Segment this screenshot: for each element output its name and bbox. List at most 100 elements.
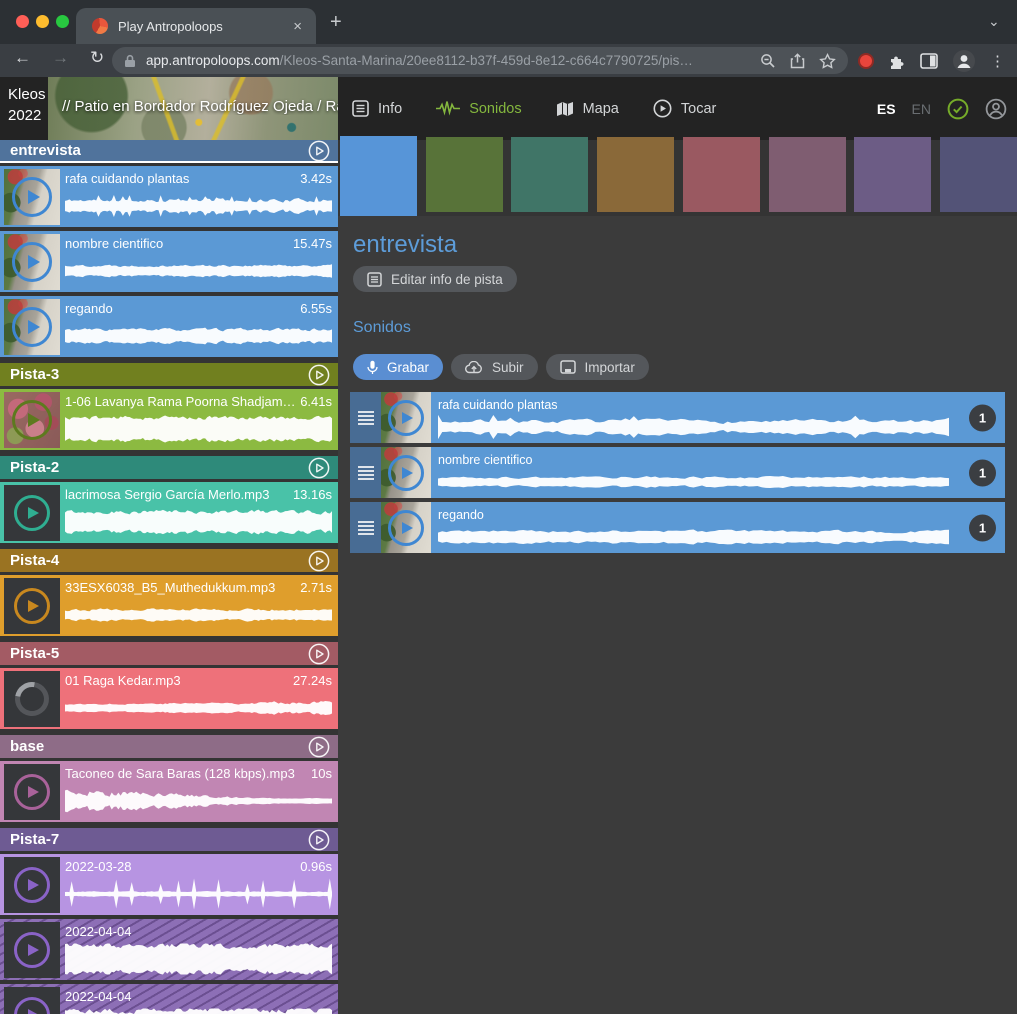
browser-menu-kebab-icon[interactable]: ⋮ [990,52,1005,70]
sidebar-clip[interactable]: 2022-04-04 [0,984,338,1014]
sound-row[interactable]: rafa cuidando plantas1 [350,392,1005,443]
sidebar-clip[interactable]: regando6.55s [0,296,338,357]
clip-thumbnail[interactable] [4,987,60,1014]
side-panel-icon[interactable] [920,53,938,69]
sound-row[interactable]: nombre cientifico1 [350,447,1005,498]
track-section-header-Pista-3[interactable]: Pista-3 [0,363,338,386]
forward-button[interactable]: → [52,48,69,68]
play-section-button[interactable] [308,736,330,758]
track-tile-4[interactable] [683,137,760,212]
play-section-button[interactable] [308,140,330,162]
lock-icon[interactable] [124,54,136,68]
new-tab-button[interactable]: + [330,11,342,34]
record-extension-icon[interactable] [858,53,874,69]
drag-handle[interactable] [350,502,381,553]
clip-thumbnail[interactable] [4,169,60,225]
drag-handle[interactable] [350,447,381,498]
play-section-button[interactable] [308,829,330,851]
sidebar-clip[interactable]: Taconeo de Sara Baras (128 kbps).mp310s [0,761,338,822]
drag-handle[interactable] [350,392,381,443]
clip-thumbnail[interactable] [4,485,60,541]
play-clip-button[interactable] [388,455,424,491]
nav-item-info[interactable]: Info [352,100,402,117]
sidebar-clip[interactable]: 01 Raga Kedar.mp327.24s [0,668,338,729]
track-section-header-entrevista[interactable]: entrevista [0,140,338,163]
sidebar-clip[interactable]: rafa cuidando plantas3.42s [0,166,338,227]
tab-search-chevron-icon[interactable]: ⌄ [988,13,1000,30]
browser-tab[interactable]: Play Antropoloops × [76,8,316,44]
lang-es-button[interactable]: ES [877,101,896,117]
track-section-header-Pista-7[interactable]: Pista-7 [0,828,338,851]
clip-thumbnail[interactable] [4,392,60,448]
clip-thumbnail[interactable] [4,578,60,634]
nav-item-sonidos[interactable]: Sonidos [436,101,521,117]
sidebar-clip[interactable]: nombre cientifico15.47s [0,231,338,292]
track-tile-5[interactable] [769,137,846,212]
macos-zoom-button[interactable] [56,15,69,28]
extensions-puzzle-icon[interactable] [888,52,906,70]
track-tile-2[interactable] [511,137,588,212]
profile-avatar-icon[interactable] [952,49,976,73]
play-clip-button[interactable] [12,242,52,282]
play-clip-button[interactable] [12,177,52,217]
track-tile-7[interactable] [940,137,1017,212]
play-clip-button[interactable] [14,495,50,531]
track-section-header-Pista-2[interactable]: Pista-2 [0,456,338,479]
track-tile-3[interactable] [597,137,674,212]
clip-thumbnail[interactable] [4,671,60,727]
track-tile-6[interactable] [854,137,931,212]
play-section-button[interactable] [308,550,330,572]
url-bar[interactable]: app.antropoloops.com/Kleos-Santa-Marina/… [112,47,848,74]
track-tile-0[interactable] [340,136,417,216]
play-clip-button[interactable] [14,867,50,903]
clip-thumbnail[interactable] [4,299,60,355]
nav-item-tocar[interactable]: Tocar [653,99,716,118]
loading-spinner-icon [8,675,55,722]
back-button[interactable]: ← [14,48,31,68]
record-button[interactable]: Grabar [353,354,443,380]
play-clip-button[interactable] [14,774,50,810]
play-section-button[interactable] [308,457,330,479]
clip-thumbnail[interactable] [4,857,60,913]
track-section-header-base[interactable]: base [0,735,338,758]
track-section-header-Pista-5[interactable]: Pista-5 [0,642,338,665]
share-icon[interactable] [790,53,805,69]
sidebar-clip[interactable]: 2022-03-280.96s [0,854,338,915]
sound-row[interactable]: regando1 [350,502,1005,553]
sound-thumbnail[interactable] [381,447,431,498]
sidebar-clip[interactable]: 2022-04-04 [0,919,338,980]
zoom-out-icon[interactable] [760,53,776,69]
track-section-header-Pista-4[interactable]: Pista-4 [0,549,338,572]
clip-thumbnail[interactable] [4,234,60,290]
bookmark-star-icon[interactable] [819,53,836,69]
play-clip-button[interactable] [14,932,50,968]
reload-button[interactable]: ↻ [90,48,104,68]
track-section-name: Pista-5 [10,645,308,662]
lang-en-button[interactable]: EN [912,101,931,117]
play-clip-button[interactable] [12,307,52,347]
play-clip-button[interactable] [388,510,424,546]
tab-close-icon[interactable]: × [289,18,306,35]
sound-thumbnail[interactable] [381,502,431,553]
track-tile-1[interactable] [426,137,503,212]
import-button[interactable]: Importar [546,354,649,380]
macos-close-button[interactable] [16,15,29,28]
play-clip-button[interactable] [14,588,50,624]
macos-minimize-button[interactable] [36,15,49,28]
sidebar-clip[interactable]: lacrimosa Sergio García Merlo.mp313.16s [0,482,338,543]
sound-thumbnail[interactable] [381,392,431,443]
play-clip-button[interactable] [12,400,52,440]
clip-duration: 6.41s [300,394,332,409]
clip-thumbnail[interactable] [4,764,60,820]
clip-thumbnail[interactable] [4,922,60,978]
sidebar-clip[interactable]: 33ESX6038_B5_Muthedukkum.mp32.71s [0,575,338,636]
play-clip-button[interactable] [388,400,424,436]
play-section-button[interactable] [308,643,330,665]
sidebar-clip[interactable]: 1-06 Lavanya Rama Poorna Shadjam Rupak..… [0,389,338,450]
play-section-button[interactable] [308,364,330,386]
upload-button[interactable]: Subir [451,354,538,380]
edit-track-info-button[interactable]: Editar info de pista [353,266,517,292]
account-icon[interactable] [985,98,1007,120]
nav-item-mapa[interactable]: Mapa [556,101,619,117]
play-clip-button[interactable] [14,997,50,1014]
